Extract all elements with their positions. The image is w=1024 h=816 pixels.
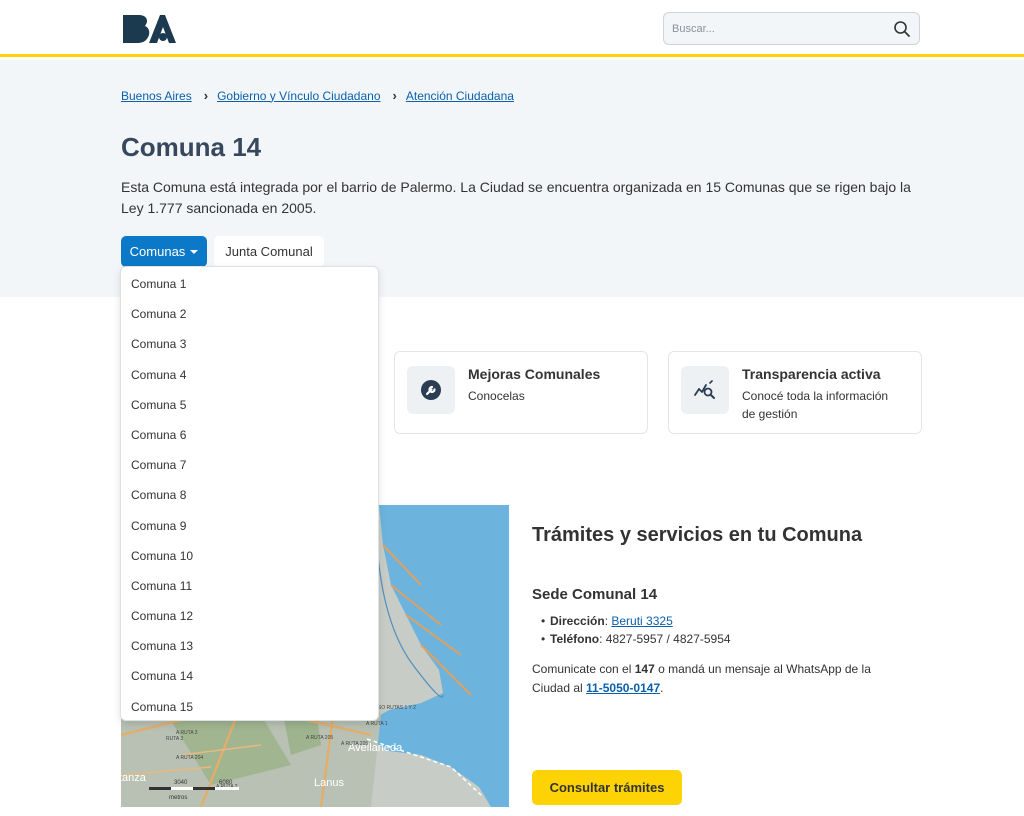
search-icon[interactable]: [893, 20, 911, 38]
dropdown-item-comuna-5[interactable]: Comuna 5: [121, 390, 378, 420]
breadcrumb: Buenos Aires › Gobierno y Vínculo Ciudad…: [121, 88, 514, 103]
top-header: [0, 0, 1024, 57]
card-description: Conocé toda la información de gestión: [742, 389, 889, 421]
breadcrumb-link-buenos-aires[interactable]: Buenos Aires: [121, 89, 192, 103]
card-title: Mejoras Comunales: [468, 366, 601, 382]
chevron-right-icon: ›: [203, 88, 209, 103]
dropdown-item-comuna-14[interactable]: Comuna 14: [121, 661, 378, 691]
map-label-ruta: A RUTA 205: [341, 741, 368, 747]
direccion-label: Dirección: [550, 614, 605, 628]
dropdown-item-comuna-13[interactable]: Comuna 13: [121, 631, 378, 661]
card-title: Transparencia activa: [742, 366, 881, 382]
contact-pre: Comunicate con el: [532, 662, 635, 676]
map-scale-6080: 6080: [219, 780, 233, 786]
contact-text: Comunicate con el 147 o mandá un mensaje…: [532, 660, 902, 698]
dropdown-item-comuna-7[interactable]: Comuna 7: [121, 450, 378, 480]
wrench-icon: [421, 380, 441, 400]
map-label-matanza: tanza: [121, 772, 147, 784]
dropdown-item-comuna-3[interactable]: Comuna 3: [121, 329, 378, 359]
dropdown-item-comuna-1[interactable]: Comuna 1: [121, 269, 378, 299]
whatsapp-link[interactable]: 11-5050-0147: [586, 681, 660, 695]
dropdown-item-comuna-6[interactable]: Comuna 6: [121, 420, 378, 450]
hero-section: Buenos Aires › Gobierno y Vínculo Ciudad…: [0, 60, 1024, 297]
dropdown-item-comuna-4[interactable]: Comuna 4: [121, 360, 378, 390]
page-title: Comuna 14: [121, 132, 262, 162]
comunas-dropdown-button[interactable]: Comunas: [121, 236, 207, 267]
page-intro: Esta Comuna está integrada por el barrio…: [121, 179, 911, 216]
sede-info-list: Dirección: Beruti 3325 Teléfono: 4827-59…: [541, 612, 731, 648]
consultar-tramites-button[interactable]: Consultar trámites: [532, 770, 682, 805]
dropdown-item-comuna-15[interactable]: Comuna 15: [121, 692, 378, 722]
map-scale-3040: 3040: [174, 780, 188, 786]
map-label-ruta: RUTA 3: [166, 736, 183, 742]
search-box: [663, 12, 920, 45]
dropdown-item-comuna-9[interactable]: Comuna 9: [121, 511, 378, 541]
card-mejoras-comunales[interactable]: Mejoras Comunales Conocelas: [394, 351, 648, 434]
dropdown-item-comuna-2[interactable]: Comuna 2: [121, 299, 378, 329]
caret-down-icon: [190, 249, 199, 254]
comunas-label: Comunas: [129, 244, 186, 259]
map-scale-unit: metros: [169, 795, 187, 801]
card-transparencia-activa[interactable]: Transparencia activa Conocé toda la info…: [668, 351, 922, 434]
card-icon-wrapper: [681, 366, 729, 414]
telefono-value: 4827-5957 / 4827-5954: [605, 632, 731, 646]
dropdown-item-comuna-12[interactable]: Comuna 12: [121, 601, 378, 631]
card-description: Conocelas: [468, 389, 525, 403]
map-label-lanus: Lanus: [314, 777, 344, 789]
dropdown-item-comuna-8[interactable]: Comuna 8: [121, 480, 378, 510]
list-item: Dirección: Beruti 3325: [541, 612, 731, 630]
telefono-label: Teléfono: [550, 632, 600, 646]
search-input[interactable]: [664, 13, 884, 44]
breadcrumb-link-gobierno[interactable]: Gobierno y Vínculo Ciudadano: [217, 89, 380, 103]
dropdown-item-comuna-11[interactable]: Comuna 11: [121, 571, 378, 601]
ba-logo[interactable]: [121, 13, 177, 45]
dropdown-item-comuna-10[interactable]: Comuna 10: [121, 541, 378, 571]
card-icon-wrapper: [407, 366, 455, 414]
contact-end: .: [660, 681, 664, 695]
map-label-ruta: A RUTA 1: [366, 721, 388, 727]
sede-title: Sede Comunal 14: [532, 586, 658, 603]
contact-number: 147: [634, 662, 655, 676]
comunas-dropdown-menu: Comuna 1 Comuna 2 Comuna 3 Comuna 4 Comu…: [120, 266, 379, 721]
map-label-ruta: A RUTA 204: [176, 755, 203, 761]
tramites-title: Trámites y servicios en tu Comuna: [532, 524, 863, 546]
map-label-ruta: A RUTA 205: [306, 735, 333, 741]
direccion-link[interactable]: Beruti 3325: [611, 614, 672, 628]
list-item: Teléfono: 4827-5957 / 4827-5954: [541, 630, 731, 648]
chart-search-icon: [694, 380, 715, 399]
junta-comunal-button[interactable]: Junta Comunal: [214, 236, 324, 267]
breadcrumb-link-atencion[interactable]: Atención Ciudadana: [406, 89, 514, 103]
chevron-right-icon: ›: [392, 88, 397, 103]
